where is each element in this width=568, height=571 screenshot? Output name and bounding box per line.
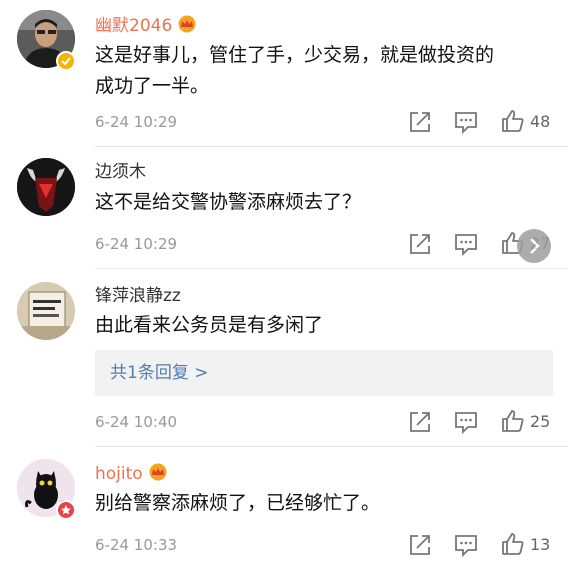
verified-badge-icon xyxy=(56,51,76,71)
username-text: hojito xyxy=(95,464,143,484)
username[interactable]: 边须木 xyxy=(95,162,146,182)
comment-icon[interactable] xyxy=(453,409,479,435)
timestamp: 6-24 10:40 xyxy=(95,413,178,431)
comment-text: 由此看来公务员是有多闲了 xyxy=(95,310,323,341)
divider xyxy=(95,446,568,447)
username[interactable]: 锋萍浪静zz xyxy=(95,286,181,306)
timestamp: 6-24 10:33 xyxy=(95,536,178,554)
reply-box[interactable]: 共1条回复 > xyxy=(95,350,553,396)
comment-text-line: 成功了一半。 xyxy=(95,75,210,97)
avatar[interactable] xyxy=(17,282,75,340)
comment-text-line: 别给警察添麻烦了，已经够忙了。 xyxy=(95,492,381,514)
red-badge-icon xyxy=(56,500,76,520)
divider xyxy=(95,146,568,147)
share-icon[interactable] xyxy=(407,109,433,135)
comment-text-line: 这是好事儿，管住了手，少交易，就是做投资的 xyxy=(95,44,495,66)
timestamp: 6-24 10:29 xyxy=(95,113,178,131)
like-icon[interactable] xyxy=(500,531,526,557)
comment-icon[interactable] xyxy=(453,109,479,135)
like-icon[interactable] xyxy=(500,408,526,434)
share-icon[interactable] xyxy=(407,231,433,257)
view-replies-link[interactable]: 共1条回复 > xyxy=(110,364,208,382)
timestamp: 6-24 10:29 xyxy=(95,235,178,253)
like-count: 25 xyxy=(530,412,551,431)
like-count: 48 xyxy=(530,112,551,131)
scroll-handle-button[interactable] xyxy=(517,229,551,263)
comment-text: 这不是给交警协警添麻烦去了？ xyxy=(95,187,361,218)
share-icon[interactable] xyxy=(407,532,433,558)
crown-vip-icon xyxy=(176,15,198,33)
comment-text-line: 这不是给交警协警添麻烦去了？ xyxy=(95,191,362,213)
like-icon[interactable] xyxy=(500,108,526,134)
username-text: 幽默2046 xyxy=(95,16,173,36)
like-count: 13 xyxy=(530,535,551,554)
username[interactable]: hojito xyxy=(95,463,169,484)
comment-text-line: 由此看来公务员是有多闲了 xyxy=(95,314,324,336)
share-icon[interactable] xyxy=(407,409,433,435)
comment-icon[interactable] xyxy=(453,532,479,558)
username[interactable]: 幽默2046 xyxy=(95,15,198,36)
comment-text: 别给警察添麻烦了，已经够忙了。 xyxy=(95,488,380,519)
divider xyxy=(95,268,568,269)
comment-text: 这是好事儿，管住了手，少交易，就是做投资的 成功了一半。 xyxy=(95,40,494,102)
comment-icon[interactable] xyxy=(453,231,479,257)
avatar[interactable] xyxy=(17,158,75,216)
crown-vip-icon xyxy=(147,463,169,481)
